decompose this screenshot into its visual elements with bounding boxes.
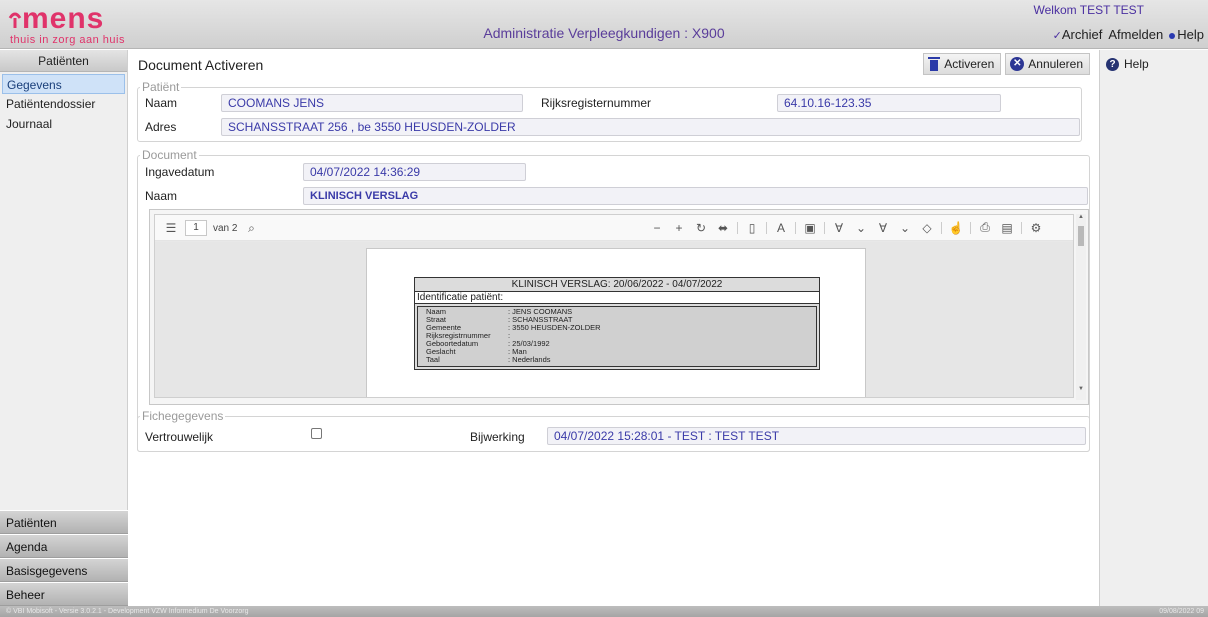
report-row: Geslacht: Man: [426, 347, 527, 356]
afmelden-link[interactable]: Afmelden: [1108, 27, 1163, 42]
scroll-up-icon[interactable]: ▲: [1077, 214, 1085, 222]
naam-label: Naam: [145, 96, 178, 110]
adres-label: Adres: [145, 120, 177, 134]
bullet-icon: [1169, 32, 1176, 39]
toolbar-divider: [737, 221, 738, 234]
rrn-field[interactable]: 64.10.16-123.35: [777, 94, 1001, 112]
draw-icon[interactable]: ∀: [831, 221, 847, 235]
chevron-down-icon[interactable]: ⌄: [853, 221, 869, 235]
chevron-down-icon[interactable]: ⌄: [897, 221, 913, 235]
toolbar: Activeren ✕ Annuleren: [923, 53, 1090, 75]
pdf-page-area: KLINISCH VERSLAG: 20/06/2022 - 04/07/202…: [155, 242, 1073, 397]
text-box-icon[interactable]: ▣: [802, 221, 818, 235]
fiche-legend: Fichegegevens: [142, 409, 224, 423]
sidebar-toggle-icon[interactable]: ☰: [163, 221, 179, 235]
document-naam-field[interactable]: KLINISCH VERSLAG: [303, 187, 1088, 205]
module-agenda[interactable]: Agenda: [0, 534, 128, 558]
help-link[interactable]: Help: [1169, 27, 1204, 42]
pdf-viewer-frame: ☰ 1 van 2 ⌕ − + ↻ ⬌ ▯ A ▣ ∀ ⌄ ∀ ⌄ ◇ ☝ ⎙ …: [154, 214, 1074, 398]
search-icon[interactable]: ⌕: [243, 221, 259, 236]
ingavedatum-label: Ingavedatum: [145, 165, 215, 179]
sidebar-item-patientendossier[interactable]: Patiëntendossier: [0, 94, 127, 114]
read-aloud-icon[interactable]: A: [773, 221, 789, 235]
bijwerking-field[interactable]: 04/07/2022 15:28:01 - TEST : TEST TEST: [547, 427, 1086, 445]
page-title: Document Activeren: [138, 57, 264, 73]
toolbar-divider: [970, 221, 971, 234]
adres-field[interactable]: SCHANSSTRAAT 256 , be 3550 HEUSDEN-ZOLDE…: [221, 118, 1080, 136]
gear-icon[interactable]: ⚙: [1028, 221, 1044, 235]
help-icon: ?: [1106, 57, 1119, 71]
ingavedatum-field[interactable]: 04/07/2022 14:36:29: [303, 163, 526, 181]
trash-icon: [928, 57, 941, 71]
report-row: Geboortedatum: 25/03/1992: [426, 339, 550, 348]
scrollbar-thumb[interactable]: [1078, 226, 1084, 246]
help-pane: ? Help: [1099, 50, 1208, 606]
pdf-toolbar: ☰ 1 van 2 ⌕ − + ↻ ⬌ ▯ A ▣ ∀ ⌄ ∀ ⌄ ◇ ☝ ⎙ …: [155, 215, 1073, 241]
patient-naam-field[interactable]: COOMANS JENS: [221, 94, 523, 112]
report-row: Naam: JENS COOMANS: [426, 307, 573, 316]
zoom-in-icon[interactable]: +: [671, 221, 687, 235]
document-legend: Document: [142, 148, 197, 162]
eraser-icon[interactable]: ◇: [919, 221, 935, 235]
toolbar-divider: [795, 221, 796, 234]
status-bar: © VBI Mobisoft - Versie 3.0.2.1 - Develo…: [0, 606, 1208, 617]
vertrouwelijk-label: Vertrouwelijk: [145, 430, 214, 444]
touch-icon[interactable]: ☝: [948, 221, 964, 235]
report-section-title: Identificatie patiënt:: [415, 292, 819, 304]
report-row: Rijksregistrnummer:: [426, 331, 511, 340]
app-header: mens thuis in zorg aan huis Administrati…: [0, 0, 1208, 49]
fit-width-icon[interactable]: ⬌: [715, 221, 731, 235]
module-patienten[interactable]: Patiënten: [0, 510, 128, 534]
print-icon[interactable]: ⎙: [977, 220, 993, 235]
sidebar-header[interactable]: Patiënten: [0, 50, 127, 72]
activeren-button[interactable]: Activeren: [923, 53, 1002, 75]
sidebar: Patiënten Gegevens Patiëntendossier Jour…: [0, 50, 128, 606]
close-circle-icon: ✕: [1010, 57, 1025, 71]
toolbar-divider: [1021, 221, 1022, 234]
app-title: Administratie Verpleegkundigen : X900: [483, 25, 725, 41]
zoom-out-icon[interactable]: −: [649, 221, 665, 235]
help-button[interactable]: ? Help: [1106, 57, 1149, 71]
bijwerking-label: Bijwerking: [470, 430, 525, 444]
sidebar-item-journaal[interactable]: Journaal: [0, 114, 127, 134]
scroll-down-icon[interactable]: ▼: [1077, 386, 1085, 394]
report-row: Straat: SCHANSSTRAAT: [426, 315, 573, 324]
check-icon: ✓: [1052, 30, 1062, 42]
archief-link[interactable]: ✓Archief: [1053, 27, 1103, 42]
report-title: KLINISCH VERSLAG: 20/06/2022 - 04/07/202…: [415, 278, 819, 292]
page-count: van 2: [213, 222, 238, 234]
top-links: ✓Archief Afmelden Help: [1053, 27, 1204, 42]
module-basisgegevens[interactable]: Basisgegevens: [0, 558, 128, 582]
highlight-icon[interactable]: ∀: [875, 221, 891, 235]
pdf-page: KLINISCH VERSLAG: 20/06/2022 - 04/07/202…: [366, 248, 866, 397]
rotate-icon[interactable]: ↻: [693, 221, 709, 235]
pdf-scrollbar[interactable]: ▲ ▼: [1076, 214, 1086, 400]
module-beheer[interactable]: Beheer: [0, 582, 128, 606]
report-table: KLINISCH VERSLAG: 20/06/2022 - 04/07/202…: [414, 277, 820, 370]
document-naam-label: Naam: [145, 189, 178, 203]
rrn-label: Rijksregisternummer: [541, 96, 652, 110]
report-row: Taal: Nederlands: [426, 355, 551, 364]
patient-legend: Patiënt: [142, 80, 180, 94]
vertrouwelijk-checkbox[interactable]: [311, 428, 322, 439]
sidebar-modules: Patiënten Agenda Basisgegevens Beheer: [0, 510, 128, 606]
report-body: Naam: JENS COOMANS Straat: SCHANSSTRAAT …: [417, 306, 817, 367]
toolbar-divider: [766, 221, 767, 234]
sidebar-item-gegevens[interactable]: Gegevens: [2, 74, 125, 94]
annuleren-button[interactable]: ✕ Annuleren: [1005, 53, 1090, 75]
page-number-input[interactable]: 1: [185, 220, 207, 236]
toolbar-divider: [941, 221, 942, 234]
pdf-tools-group: − + ↻ ⬌ ▯ A ▣ ∀ ⌄ ∀ ⌄ ◇ ☝ ⎙ ▤ ⚙: [649, 220, 1044, 235]
pdf-nav-group: ☰ 1 van 2 ⌕: [163, 220, 259, 236]
pdf-viewer[interactable]: ☰ 1 van 2 ⌕ − + ↻ ⬌ ▯ A ▣ ∀ ⌄ ∀ ⌄ ◇ ☝ ⎙ …: [149, 209, 1089, 405]
date-text: 09/08/2022 09: [1159, 608, 1204, 615]
main-panel: Document Activeren Activeren ✕ Annuleren…: [129, 50, 1098, 606]
save-icon[interactable]: ▤: [999, 221, 1015, 235]
toolbar-divider: [824, 221, 825, 234]
welcome-text: Welkom TEST TEST: [1033, 3, 1144, 17]
page-view-icon[interactable]: ▯: [744, 221, 760, 235]
version-text: © VBI Mobisoft - Versie 3.0.2.1 - Develo…: [6, 608, 249, 615]
